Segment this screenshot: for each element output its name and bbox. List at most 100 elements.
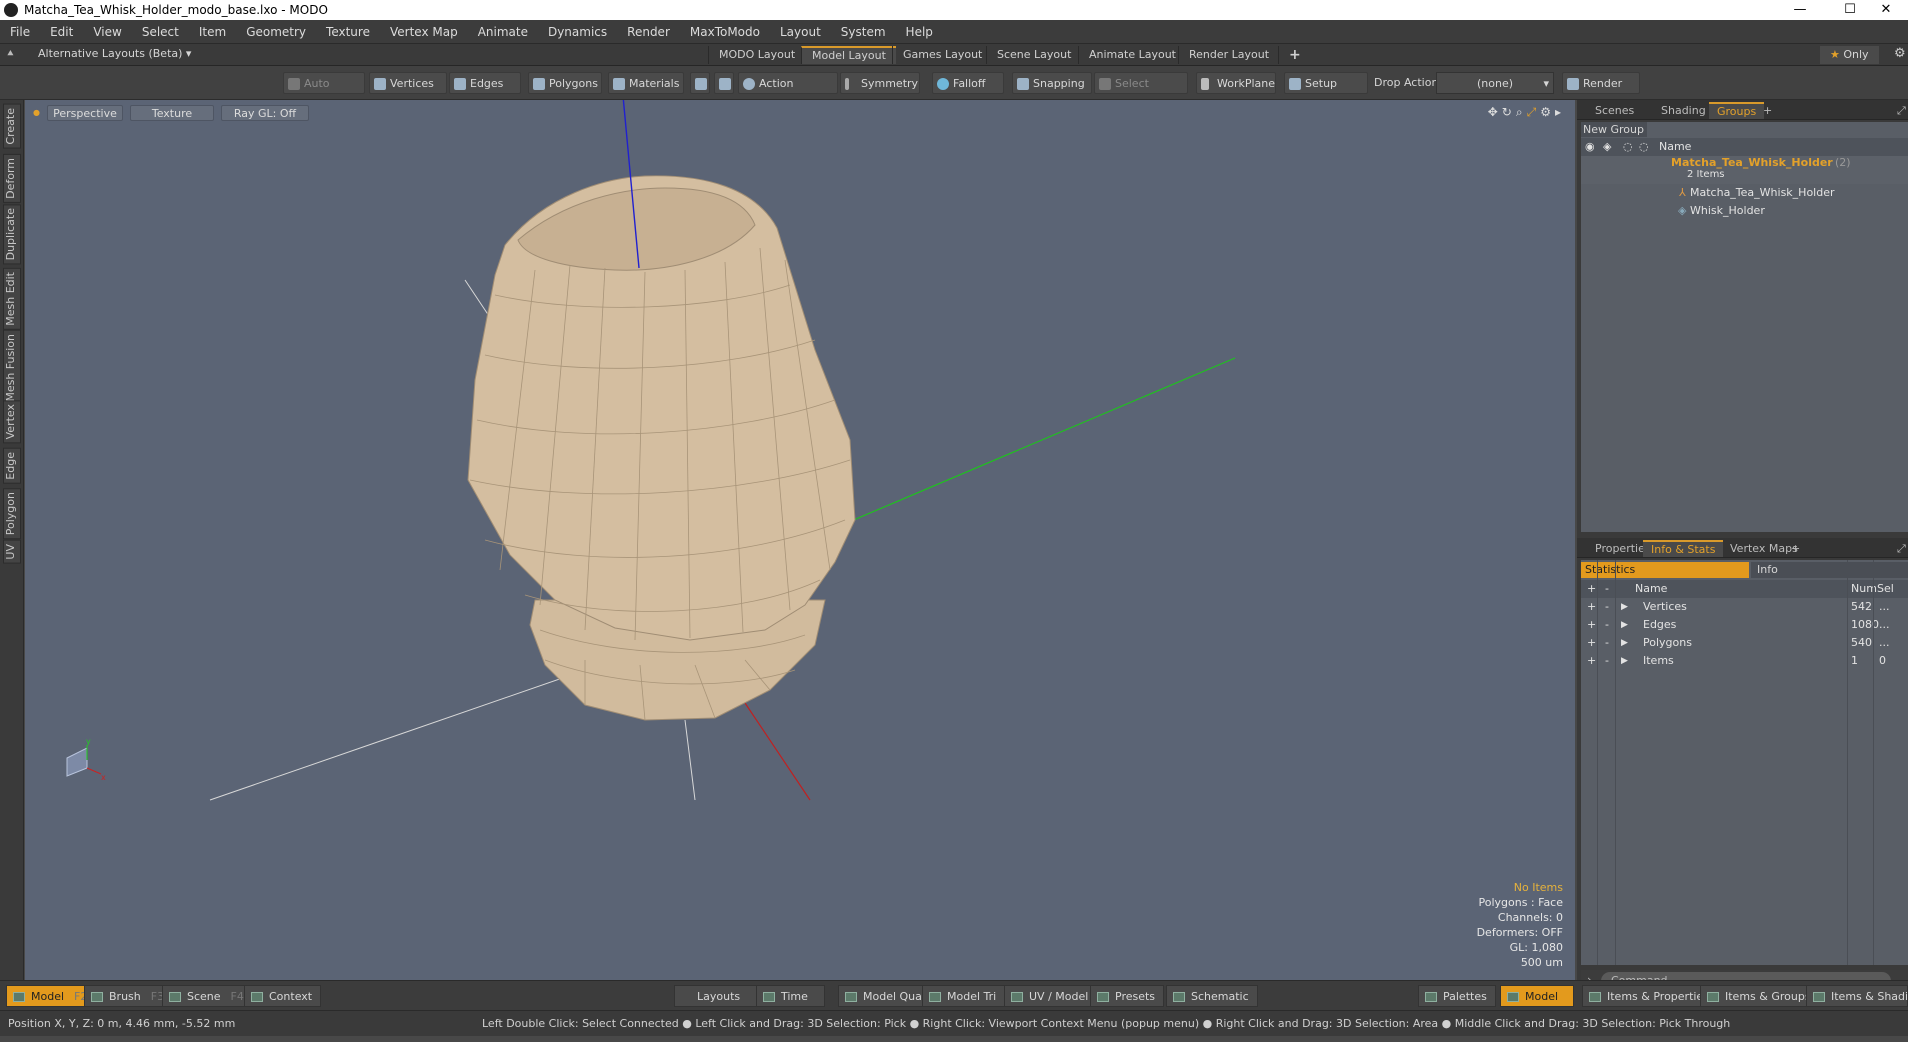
render-button[interactable]: Render F9 — [1562, 72, 1640, 112]
menu-dynamics[interactable]: Dynamics — [538, 25, 617, 39]
context-button[interactable]: Context — [244, 985, 322, 1007]
menu-select[interactable]: Select — [132, 25, 189, 39]
group-child-row[interactable]: ⅄ Matcha_Tea_Whisk_Holder — [1581, 184, 1908, 202]
stats-row-items[interactable]: + - ▶ Items 1 0 — [1581, 652, 1908, 670]
add-layout-button[interactable]: + — [1278, 46, 1311, 64]
menu-animate[interactable]: Animate — [468, 25, 538, 39]
maximize-button[interactable]: ☐ — [1830, 0, 1870, 20]
menu-item[interactable]: Item — [189, 25, 236, 39]
tab-duplicate[interactable]: Duplicate — [3, 204, 21, 265]
tab-scenes[interactable]: Scenes — [1587, 102, 1642, 119]
menu-vertex-map[interactable]: Vertex Map — [380, 25, 468, 39]
model-tri-button[interactable]: Model Tri — [922, 985, 1006, 1007]
menu-view[interactable]: View — [83, 25, 131, 39]
triangle-right-icon[interactable]: ▶ — [1621, 652, 1628, 670]
menu-file[interactable]: File — [0, 25, 40, 39]
model-mode-button[interactable]: Model F2 — [6, 985, 97, 1007]
tab-create[interactable]: Create — [3, 104, 21, 149]
alternative-layouts-dropdown[interactable]: Alternative Layouts (Beta) ▾ — [38, 47, 191, 60]
triangle-right-icon[interactable]: ▶ — [1621, 616, 1628, 634]
3d-viewport[interactable]: ● Perspective Texture Ray GL: Off ✥↻⌕⤢⚙▸ — [25, 100, 1575, 980]
edges-button[interactable]: Edges — [449, 72, 521, 94]
expand-button[interactable]: + — [1587, 634, 1596, 652]
layout-arrow-icon[interactable]: ⯅ — [6, 47, 15, 61]
expand-button[interactable]: + — [1587, 652, 1596, 670]
collapse-button[interactable]: - — [1605, 634, 1609, 652]
schematic-button[interactable]: Schematic — [1166, 985, 1258, 1007]
expand-all-button[interactable]: + — [1587, 580, 1596, 598]
group-row[interactable]: Matcha_Tea_Whisk_Holder (2) 2 Items — [1581, 156, 1908, 184]
menu-render[interactable]: Render — [617, 25, 680, 39]
add-panel-tab-button[interactable]: + — [1783, 540, 1808, 557]
minimize-button[interactable]: — — [1780, 0, 1820, 20]
snapping-button[interactable]: Snapping — [1012, 72, 1092, 94]
collapse-button[interactable]: - — [1605, 616, 1609, 634]
expand-button[interactable]: + — [1587, 616, 1596, 634]
triangle-right-icon[interactable]: ▶ — [1621, 634, 1628, 652]
tab-scene-layout[interactable]: Scene Layout — [986, 46, 1081, 64]
tab-model-layout[interactable]: Model Layout — [801, 46, 896, 64]
tab-mesh-edit[interactable]: Mesh Edit — [3, 268, 21, 330]
whisk-holder-mesh[interactable] — [467, 175, 856, 721]
scene-mode-button[interactable]: Scene F4 — [162, 985, 253, 1007]
tab-info-stats[interactable]: Info & Stats — [1643, 540, 1724, 557]
only-button[interactable]: ★ Only — [1820, 46, 1879, 64]
polygons-button[interactable]: Polygons — [528, 72, 602, 94]
select-through-button[interactable]: Select Through — [1094, 72, 1188, 112]
vertices-button[interactable]: Vertices — [369, 72, 447, 94]
gear-icon[interactable]: ⚙ — [1894, 46, 1906, 61]
expand-icon[interactable]: ⤢ — [1889, 540, 1908, 557]
tab-games-layout[interactable]: Games Layout — [892, 46, 992, 64]
expand-icon[interactable]: ⤢ — [1889, 102, 1908, 119]
menu-system[interactable]: System — [831, 25, 896, 39]
materials-button[interactable]: Materials — [608, 72, 684, 94]
tab-vertex[interactable]: Vertex — [3, 400, 21, 444]
presets-button[interactable]: Presets — [1090, 985, 1165, 1007]
expand-button[interactable]: + — [1587, 598, 1596, 616]
close-button[interactable]: ✕ — [1866, 0, 1906, 20]
collapse-button[interactable]: - — [1605, 598, 1609, 616]
time-button[interactable]: Time — [756, 985, 825, 1007]
uv-model-button[interactable]: UV / Model — [1004, 985, 1098, 1007]
drop-action-select[interactable]: (none) ▾ — [1436, 72, 1554, 94]
group-child-row[interactable]: ◈ Whisk_Holder — [1581, 202, 1908, 220]
menu-geometry[interactable]: Geometry — [236, 25, 316, 39]
tab-modo-layout[interactable]: MODO Layout — [708, 46, 805, 64]
palettes-button[interactable]: Palettes — [1418, 985, 1496, 1007]
setup-mode-button[interactable]: Setup Mode — [1284, 72, 1368, 112]
menu-help[interactable]: Help — [896, 25, 943, 39]
statistics-tab[interactable]: Statistics — [1581, 562, 1749, 578]
tab-shading[interactable]: Shading — [1653, 102, 1714, 119]
tab-animate-layout[interactable]: Animate Layout — [1078, 46, 1186, 64]
items-shading-button[interactable]: Items & Shading — [1806, 985, 1908, 1007]
action-center-button[interactable]: Action Center — [738, 72, 838, 112]
brush-mode-button[interactable]: Brush F3 — [84, 985, 174, 1007]
stats-row-polygons[interactable]: + - ▶ Polygons 540 ... — [1581, 634, 1908, 652]
auto-select-button[interactable]: Auto Select — [283, 72, 365, 112]
workplane-button[interactable]: WorkPlane — [1196, 72, 1276, 94]
info-tab[interactable]: Info — [1751, 562, 1908, 578]
new-group-button[interactable]: New Group — [1581, 122, 1647, 137]
menu-edit[interactable]: Edit — [40, 25, 83, 39]
add-panel-tab-button[interactable]: + — [1755, 102, 1780, 119]
tab-mesh-fusion[interactable]: Mesh Fusion — [3, 330, 21, 406]
menu-layout[interactable]: Layout — [770, 25, 831, 39]
items-properties-button[interactable]: Items & Properties — [1582, 985, 1718, 1007]
select-mode-a-button[interactable] — [690, 72, 710, 94]
stats-row-edges[interactable]: + - ▶ Edges 1080 ... — [1581, 616, 1908, 634]
triangle-right-icon[interactable]: ▶ — [1621, 598, 1628, 616]
menu-maxtomodo[interactable]: MaxToModo — [680, 25, 770, 39]
tab-polygon[interactable]: Polygon — [3, 488, 21, 540]
model-layout-button[interactable]: Model — [1500, 985, 1574, 1007]
stats-row-vertices[interactable]: + - ▶ Vertices 542 ... — [1581, 598, 1908, 616]
collapse-all-button[interactable]: - — [1605, 580, 1609, 598]
select-mode-b-button[interactable] — [714, 72, 734, 94]
layouts-button[interactable]: Layouts — [674, 985, 758, 1007]
falloff-button[interactable]: Falloff — [932, 72, 1004, 94]
tab-uv[interactable]: UV — [3, 540, 21, 564]
symmetry-button[interactable]: Symmetry — [840, 72, 920, 94]
items-groups-button[interactable]: Items & Groups — [1700, 985, 1820, 1007]
collapse-button[interactable]: - — [1605, 652, 1609, 670]
tab-render-layout[interactable]: Render Layout — [1178, 46, 1279, 64]
tab-edge[interactable]: Edge — [3, 448, 21, 484]
